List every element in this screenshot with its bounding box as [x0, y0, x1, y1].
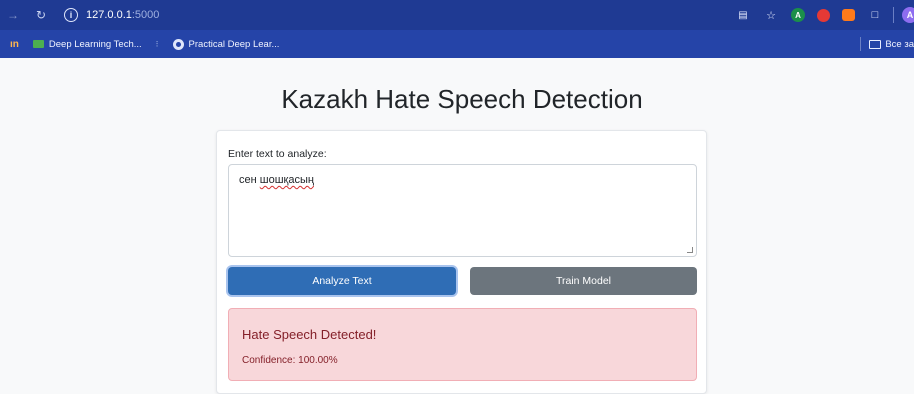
bookmark-star-icon[interactable]: ☆	[763, 7, 779, 23]
toolbar-right-icons: ▤ ☆ A □ A	[723, 0, 914, 30]
analyze-text-button[interactable]: Analyze Text	[228, 267, 456, 295]
folder-icon	[869, 39, 882, 49]
back-arrow-icon[interactable]: →	[4, 6, 22, 24]
bookmarks-bar: ın Deep Learning Tech... ⁝ Practical Dee…	[0, 30, 914, 58]
resize-handle-icon[interactable]	[687, 247, 693, 253]
analysis-card: Enter text to analyze: сен шошқасың Anal…	[216, 130, 707, 394]
bookmark-deep-learning-tech[interactable]: Deep Learning Tech...	[32, 38, 142, 50]
site-info-icon[interactable]: i	[64, 8, 78, 22]
result-confidence: Confidence: 100.00%	[242, 355, 338, 366]
url-host: 127.0.0.1	[86, 9, 132, 21]
all-bookmarks[interactable]: Все за	[860, 30, 914, 58]
result-alert: Hate Speech Detected! Confidence: 100.00…	[228, 308, 697, 381]
extension-red-icon[interactable]	[817, 8, 830, 22]
input-text-word-1: сен	[239, 174, 257, 186]
extensions-puzzle-icon[interactable]: □	[867, 7, 883, 23]
address-bar[interactable]: 127.0.0.1 :5000	[86, 9, 159, 21]
toolbar-divider	[893, 7, 894, 23]
all-bookmarks-label: Все за	[885, 38, 914, 50]
train-model-button[interactable]: Train Model	[470, 267, 697, 295]
bookmark-label: Practical Deep Lear...	[188, 38, 280, 50]
input-text-word-2: шошқасың	[259, 174, 314, 186]
bookmark-favicon-icon	[32, 40, 44, 48]
page-title: Kazakh Hate Speech Detection	[281, 84, 643, 114]
bookmark-practical-deep-learning[interactable]: Practical Deep Lear...	[172, 38, 280, 50]
apps-bookmark[interactable]: ın	[10, 39, 19, 50]
bookmark-label: Deep Learning Tech...	[48, 38, 142, 50]
profile-avatar[interactable]: A	[902, 7, 914, 23]
globe-icon	[172, 38, 184, 50]
text-input[interactable]: сен шошқасың	[228, 164, 697, 257]
bookmark-separator-icon: ⁝	[155, 38, 159, 49]
extension-orange-icon[interactable]	[842, 9, 855, 21]
result-title: Hate Speech Detected!	[242, 327, 377, 342]
reload-icon[interactable]: ↻	[32, 6, 50, 24]
url-port: :5000	[131, 9, 160, 21]
bookmarks-divider	[860, 37, 862, 51]
input-label: Enter text to analyze:	[228, 148, 327, 160]
extension-a-icon[interactable]: A	[791, 8, 805, 22]
browser-toolbar: → ↻ i 127.0.0.1 :5000 ▤ ☆ A □ A	[0, 0, 914, 30]
translate-icon[interactable]: ▤	[735, 7, 751, 23]
